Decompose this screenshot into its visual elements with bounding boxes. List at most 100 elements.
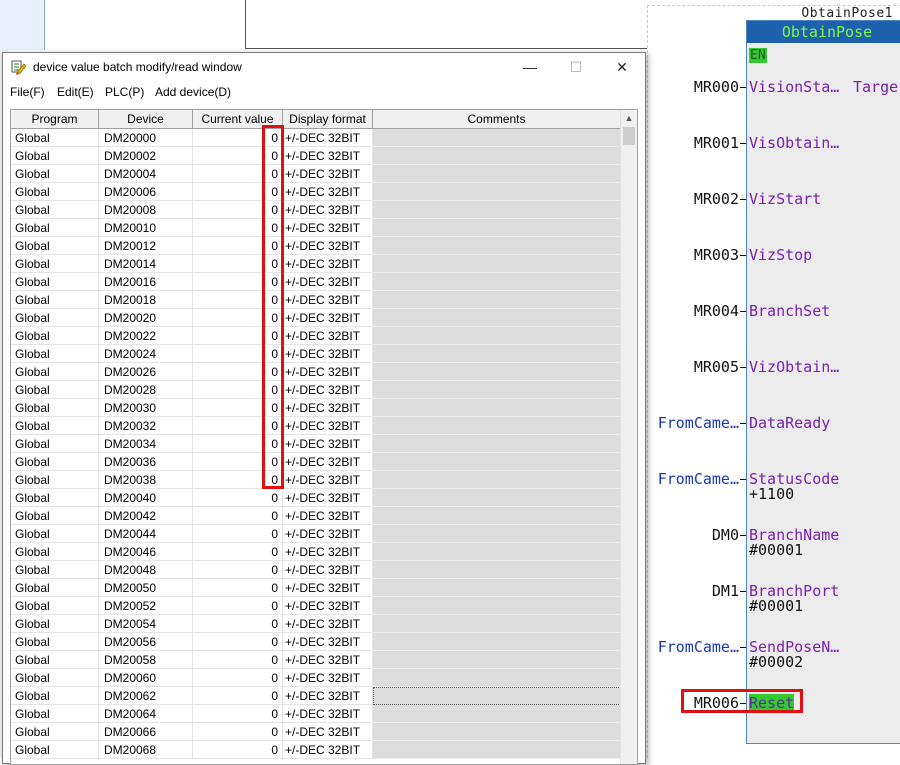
current-value-cell[interactable]: 0 [193,579,283,597]
comment-cell[interactable] [373,489,621,507]
menu-file[interactable]: File(F) [10,85,45,99]
pin-operand[interactable]: DM0 [712,526,739,544]
function-block[interactable]: ObtainPose EN [746,20,900,744]
comment-cell[interactable] [373,147,621,165]
display-format-cell[interactable]: +/-DEC 32BIT [283,597,373,615]
current-value-cell[interactable]: 0 [193,723,283,741]
display-format-cell[interactable]: +/-DEC 32BIT [283,633,373,651]
column-header-program[interactable]: Program [11,110,99,128]
maximize-button[interactable]: ☐ [553,53,599,82]
current-value-cell[interactable]: 0 [193,633,283,651]
pin-operand[interactable]: MR004 [694,302,739,320]
window-titlebar[interactable]: device value batch modify/read window — … [3,53,645,82]
comment-cell[interactable] [373,579,621,597]
display-format-cell[interactable]: +/-DEC 32BIT [283,363,373,381]
scroll-up-arrow-icon[interactable]: ▲ [621,110,637,126]
program-cell[interactable]: Global [11,183,99,201]
display-format-cell[interactable]: +/-DEC 32BIT [283,471,373,489]
table-row[interactable]: Global DM20020 0 +/-DEC 32BIT [11,309,621,327]
pin-operand[interactable]: MR005 [694,358,739,376]
table-row[interactable]: Global DM20014 0 +/-DEC 32BIT [11,255,621,273]
table-row[interactable]: Global DM20068 0 +/-DEC 32BIT [11,741,621,759]
device-cell[interactable]: DM20006 [99,183,193,201]
menu-add-device[interactable]: Add device(D) [155,85,231,99]
program-cell[interactable]: Global [11,255,99,273]
current-value-cell[interactable]: 0 [193,669,283,687]
comment-cell[interactable] [373,633,621,651]
table-row[interactable]: Global DM20000 0 +/-DEC 32BIT [11,129,621,147]
display-format-cell[interactable]: +/-DEC 32BIT [283,507,373,525]
comment-cell[interactable] [373,741,621,759]
program-cell[interactable]: Global [11,705,99,723]
comment-cell[interactable] [373,687,621,705]
device-cell[interactable]: DM20068 [99,741,193,759]
program-cell[interactable]: Global [11,525,99,543]
display-format-cell[interactable]: +/-DEC 32BIT [283,129,373,147]
table-row[interactable]: Global DM20008 0 +/-DEC 32BIT [11,201,621,219]
program-cell[interactable]: Global [11,579,99,597]
program-cell[interactable]: Global [11,597,99,615]
table-row[interactable]: Global DM20054 0 +/-DEC 32BIT [11,615,621,633]
device-cell[interactable]: DM20018 [99,291,193,309]
program-cell[interactable]: Global [11,435,99,453]
display-format-cell[interactable]: +/-DEC 32BIT [283,183,373,201]
device-cell[interactable]: DM20046 [99,543,193,561]
program-cell[interactable]: Global [11,345,99,363]
pin-operand[interactable]: FromCame… [658,414,739,432]
comment-cell[interactable] [373,363,621,381]
device-cell[interactable]: DM20050 [99,579,193,597]
device-cell[interactable]: DM20044 [99,525,193,543]
comment-cell[interactable] [373,471,621,489]
comment-cell[interactable] [373,543,621,561]
device-cell[interactable]: DM20026 [99,363,193,381]
table-row[interactable]: Global DM20010 0 +/-DEC 32BIT [11,219,621,237]
current-value-cell[interactable]: 0 [193,615,283,633]
device-cell[interactable]: DM20000 [99,129,193,147]
display-format-cell[interactable]: +/-DEC 32BIT [283,291,373,309]
device-cell[interactable]: DM20036 [99,453,193,471]
comment-cell[interactable] [373,561,621,579]
pin-operand[interactable]: MR000 [694,78,739,96]
comment-cell[interactable] [373,669,621,687]
device-cell[interactable]: DM20010 [99,219,193,237]
comment-cell[interactable] [373,417,621,435]
display-format-cell[interactable]: +/-DEC 32BIT [283,381,373,399]
display-format-cell[interactable]: +/-DEC 32BIT [283,219,373,237]
device-cell[interactable]: DM20024 [99,345,193,363]
program-cell[interactable]: Global [11,417,99,435]
table-row[interactable]: Global DM20040 0 +/-DEC 32BIT [11,489,621,507]
display-format-cell[interactable]: +/-DEC 32BIT [283,651,373,669]
display-format-cell[interactable]: +/-DEC 32BIT [283,255,373,273]
program-cell[interactable]: Global [11,129,99,147]
display-format-cell[interactable]: +/-DEC 32BIT [283,237,373,255]
current-value-cell[interactable]: 0 [193,507,283,525]
table-row[interactable]: Global DM20030 0 +/-DEC 32BIT [11,399,621,417]
comment-cell[interactable] [373,435,621,453]
program-cell[interactable]: Global [11,723,99,741]
table-row[interactable]: Global DM20038 0 +/-DEC 32BIT [11,471,621,489]
device-cell[interactable]: DM20058 [99,651,193,669]
program-cell[interactable]: Global [11,273,99,291]
comment-cell[interactable] [373,291,621,309]
comment-cell[interactable] [373,453,621,471]
device-cell[interactable]: DM20060 [99,669,193,687]
program-cell[interactable]: Global [11,507,99,525]
display-format-cell[interactable]: +/-DEC 32BIT [283,579,373,597]
display-format-cell[interactable]: +/-DEC 32BIT [283,147,373,165]
program-cell[interactable]: Global [11,309,99,327]
device-cell[interactable]: DM20034 [99,435,193,453]
program-cell[interactable]: Global [11,561,99,579]
table-row[interactable]: Global DM20026 0 +/-DEC 32BIT [11,363,621,381]
table-row[interactable]: Global DM20056 0 +/-DEC 32BIT [11,633,621,651]
comment-cell[interactable] [373,651,621,669]
comment-cell[interactable] [373,165,621,183]
program-cell[interactable]: Global [11,687,99,705]
device-cell[interactable]: DM20048 [99,561,193,579]
device-cell[interactable]: DM20066 [99,723,193,741]
table-row[interactable]: Global DM20022 0 +/-DEC 32BIT [11,327,621,345]
display-format-cell[interactable]: +/-DEC 32BIT [283,741,373,759]
comment-cell[interactable] [373,345,621,363]
table-row[interactable]: Global DM20032 0 +/-DEC 32BIT [11,417,621,435]
current-value-cell[interactable]: 0 [193,489,283,507]
program-cell[interactable]: Global [11,741,99,759]
